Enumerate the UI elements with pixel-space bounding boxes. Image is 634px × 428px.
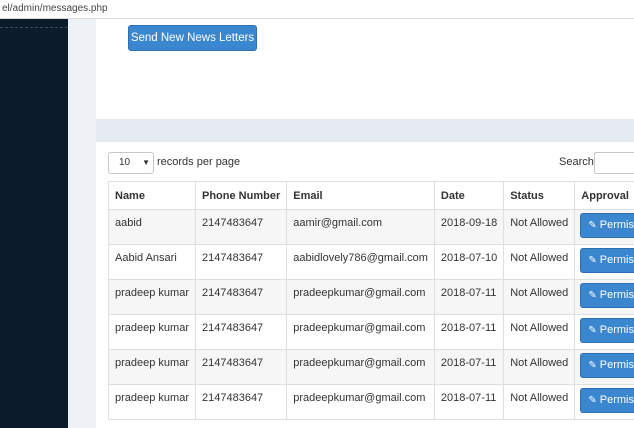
cell-date: 2018-07-11	[433, 279, 505, 315]
cell-date: 2018-07-11	[433, 349, 505, 385]
cell-phone: 2147483647	[194, 314, 288, 350]
cell-name: Aabid Ansari	[108, 244, 196, 280]
cell-email: pradeepkumar@gmail.com	[286, 314, 435, 350]
permission-button[interactable]: ✎Permission	[580, 248, 634, 273]
cell-email: pradeepkumar@gmail.com	[286, 349, 435, 385]
table-row: Aabid Ansari 2147483647 aabidlovely786@g…	[108, 244, 634, 280]
cell-approval: ✎Permission	[574, 279, 634, 315]
permission-button[interactable]: ✎Permission	[580, 318, 634, 343]
cell-status: Not Allowed	[503, 349, 576, 385]
edit-icon: ✎	[588, 395, 597, 406]
table-row: pradeep kumar 2147483647 pradeepkumar@gm…	[108, 384, 634, 420]
column-header-name[interactable]: Name	[108, 181, 196, 210]
permission-label: Permission	[599, 394, 634, 406]
cell-email: aabidlovely786@gmail.com	[286, 244, 435, 280]
cell-date: 2018-09-18	[433, 209, 505, 245]
table-row: pradeep kumar 2147483647 pradeepkumar@gm…	[108, 314, 634, 350]
cell-date: 2018-07-11	[433, 384, 505, 420]
permission-button[interactable]: ✎Permission	[580, 213, 634, 238]
permission-button[interactable]: ✎Permission	[580, 388, 634, 413]
sidebar	[0, 19, 68, 428]
column-header-phone[interactable]: Phone Number	[194, 181, 288, 210]
cell-phone: 2147483647	[194, 209, 288, 245]
messages-table: Name Phone Number Email Date Status Appr…	[108, 181, 634, 420]
edit-icon: ✎	[588, 360, 597, 371]
cell-approval: ✎Permission	[574, 349, 634, 385]
cell-name: pradeep kumar	[108, 279, 196, 315]
search-input[interactable]	[594, 152, 634, 174]
cell-name: aabid	[108, 209, 196, 245]
column-header-date[interactable]: Date	[433, 181, 505, 210]
column-header-status[interactable]: Status	[503, 181, 576, 210]
permission-label: Permission	[599, 254, 634, 266]
cell-name: pradeep kumar	[108, 384, 196, 420]
cell-status: Not Allowed	[503, 209, 576, 245]
edit-icon: ✎	[588, 290, 597, 301]
cell-email: pradeepkumar@gmail.com	[286, 384, 435, 420]
permission-label: Permission	[599, 359, 634, 371]
table-row: aabid 2147483647 aamir@gmail.com 2018-09…	[108, 209, 634, 245]
content-gutter	[68, 19, 96, 428]
permission-button[interactable]: ✎Permission	[580, 353, 634, 378]
permission-label: Permission	[599, 289, 634, 301]
edit-icon: ✎	[588, 220, 597, 231]
edit-icon: ✎	[588, 325, 597, 336]
sidebar-divider	[0, 27, 68, 28]
cell-name: pradeep kumar	[108, 349, 196, 385]
search-label: Search:	[559, 156, 597, 168]
column-header-approval[interactable]: Approval	[574, 181, 634, 210]
cell-status: Not Allowed	[503, 279, 576, 315]
address-bar[interactable]: el/admin/messages.php	[0, 0, 634, 19]
send-newsletter-button[interactable]: Send New News Letters	[128, 25, 257, 51]
cell-status: Not Allowed	[503, 384, 576, 420]
cell-approval: ✎Permission	[574, 209, 634, 245]
permission-button[interactable]: ✎Permission	[580, 283, 634, 308]
records-per-page-value: 10	[119, 157, 131, 168]
cell-approval: ✎Permission	[574, 384, 634, 420]
cell-approval: ✎Permission	[574, 244, 634, 280]
cell-phone: 2147483647	[194, 384, 288, 420]
chevron-down-icon: ▼	[142, 158, 150, 167]
cell-phone: 2147483647	[194, 279, 288, 315]
table-header-row: Name Phone Number Email Date Status Appr…	[108, 181, 634, 210]
table-row: pradeep kumar 2147483647 pradeepkumar@gm…	[108, 279, 634, 315]
cell-name: pradeep kumar	[108, 314, 196, 350]
cell-phone: 2147483647	[194, 244, 288, 280]
cell-phone: 2147483647	[194, 349, 288, 385]
edit-icon: ✎	[588, 255, 597, 266]
cell-approval: ✎Permission	[574, 314, 634, 350]
cell-status: Not Allowed	[503, 314, 576, 350]
records-per-page-label: records per page	[157, 156, 241, 168]
records-per-page-select[interactable]: 10 ▼	[108, 152, 154, 174]
cell-email: aamir@gmail.com	[286, 209, 435, 245]
cell-status: Not Allowed	[503, 244, 576, 280]
permission-label: Permission	[599, 219, 634, 231]
table-row: pradeep kumar 2147483647 pradeepkumar@gm…	[108, 349, 634, 385]
cell-email: pradeepkumar@gmail.com	[286, 279, 435, 315]
cell-date: 2018-07-10	[433, 244, 505, 280]
cell-date: 2018-07-11	[433, 314, 505, 350]
permission-label: Permission	[599, 324, 634, 336]
url-text: el/admin/messages.php	[2, 3, 108, 14]
column-header-email[interactable]: Email	[286, 181, 435, 210]
